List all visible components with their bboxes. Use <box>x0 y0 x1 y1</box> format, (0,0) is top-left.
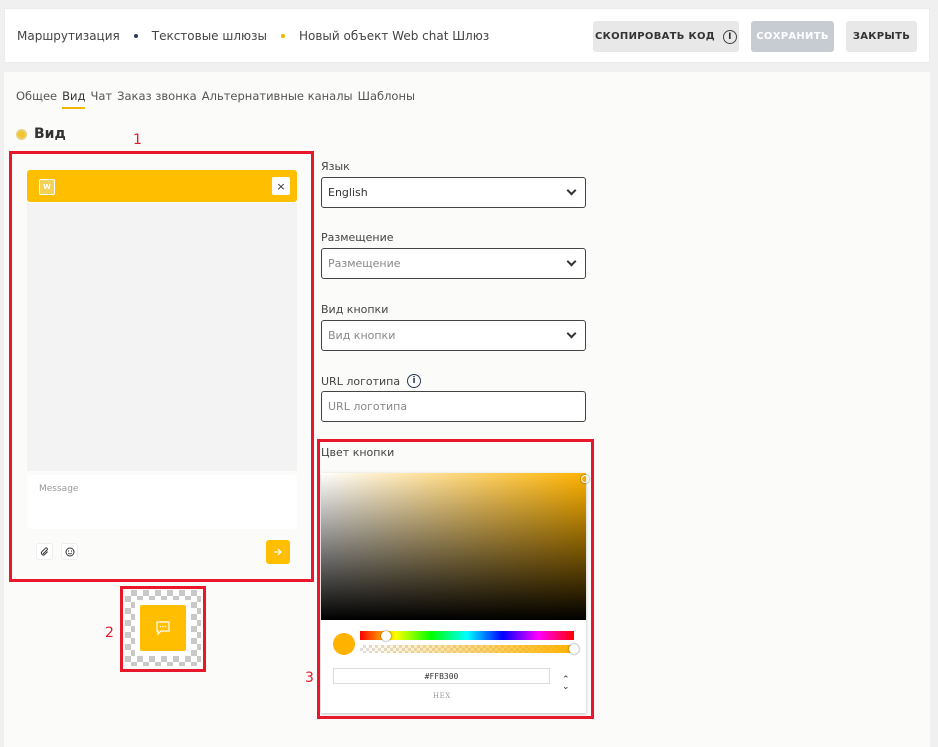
annotation-label-1: 1 <box>133 132 142 148</box>
chevron-down-icon <box>566 256 577 267</box>
button-type-select[interactable]: Вид кнопки <box>321 320 586 351</box>
copy-code-button[interactable]: СКОПИРОВАТЬ КОД i <box>593 21 739 52</box>
button-type-label: Вид кнопки <box>321 303 389 316</box>
language-select[interactable]: English <box>321 177 586 208</box>
tab-general[interactable]: Общее <box>16 89 57 103</box>
logo-url-label: URL логотипа <box>321 374 401 388</box>
placement-label: Размещение <box>321 231 394 244</box>
section-header: Вид <box>16 126 66 142</box>
top-bar: Маршрутизация Текстовые шлюзы Новый объе… <box>4 8 930 63</box>
breadcrumb-current: Новый объект Web chat Шлюз <box>298 29 490 43</box>
tab-alt-channels[interactable]: Альтернативные каналы <box>202 89 353 103</box>
annotation-label-3: 3 <box>305 670 314 686</box>
button-type-placeholder: Вид кнопки <box>328 329 396 342</box>
chevron-down-icon <box>566 328 577 339</box>
logo-url-placeholder: URL логотипа <box>328 400 408 413</box>
tab-templates[interactable]: Шаблоны <box>358 89 415 103</box>
copy-code-label: СКОПИРОВАТЬ КОД <box>595 31 715 42</box>
info-icon[interactable]: i <box>722 29 737 44</box>
placement-select[interactable]: Размещение <box>321 248 586 279</box>
annotation-label-2: 2 <box>105 625 114 641</box>
breadcrumb: Маршрутизация Текстовые шлюзы Новый объе… <box>17 29 489 43</box>
info-icon[interactable]: i <box>407 374 422 388</box>
breadcrumb-separator <box>280 34 285 38</box>
chevron-down-icon <box>566 185 577 196</box>
breadcrumb-text-gateways[interactable]: Текстовые шлюзы <box>152 29 267 43</box>
breadcrumb-separator <box>133 34 138 38</box>
placement-placeholder: Размещение <box>328 257 401 270</box>
section-title: Вид <box>34 126 66 142</box>
annotation-box-3 <box>317 439 594 719</box>
tab-bar: Общее Вид Чат Заказ звонка Альтернативны… <box>16 89 420 109</box>
close-button[interactable]: ЗАКРЫТЬ <box>846 21 917 52</box>
annotation-box-1 <box>9 151 314 582</box>
tab-chat[interactable]: Чат <box>90 89 112 103</box>
language-value: English <box>328 186 368 199</box>
logo-url-input[interactable]: URL логотипа <box>321 391 586 422</box>
annotation-box-2 <box>120 586 206 672</box>
save-button[interactable]: СОХРАНИТЬ <box>751 21 834 52</box>
language-label: Язык <box>321 160 350 173</box>
logo-url-label-row: URL логотипа i <box>321 374 422 388</box>
tab-callback[interactable]: Заказ звонка <box>117 89 197 103</box>
breadcrumb-routing[interactable]: Маршрутизация <box>17 29 120 43</box>
section-dot-icon <box>16 128 27 140</box>
tab-view[interactable]: Вид <box>62 89 86 109</box>
